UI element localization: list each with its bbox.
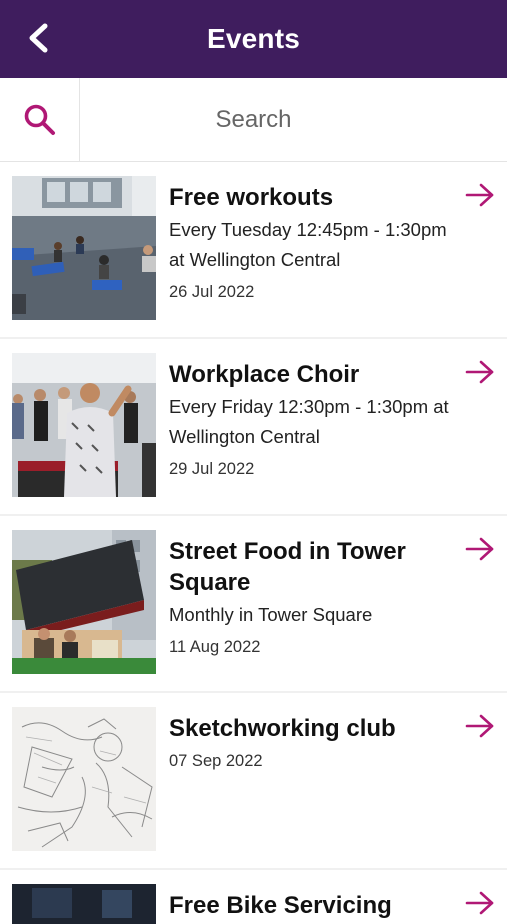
event-image-workouts bbox=[12, 176, 156, 320]
event-image-choir bbox=[12, 353, 156, 497]
arrow-right-icon[interactable] bbox=[465, 890, 495, 916]
event-item-bike-servicing[interactable]: Free Bike Servicing bbox=[0, 870, 507, 924]
event-title: Free workouts bbox=[169, 184, 334, 211]
event-description: Every Friday 12:30pm - 1:30pm at Welling… bbox=[169, 396, 449, 447]
back-button[interactable] bbox=[18, 17, 58, 59]
event-date: 26 Jul 2022 bbox=[169, 283, 255, 301]
page-title: Events bbox=[206, 23, 301, 54]
event-title: Sketchworking club bbox=[169, 715, 396, 742]
event-image-sketch bbox=[12, 707, 156, 851]
event-title: Workplace Choir bbox=[169, 361, 360, 388]
arrow-right-icon[interactable] bbox=[465, 359, 495, 385]
event-text: Free Bike Servicing bbox=[169, 890, 454, 921]
search-bar bbox=[0, 78, 507, 162]
event-item-street-food[interactable]: Street Food in Tower Square Monthly in T… bbox=[0, 516, 507, 693]
arrow-right-icon[interactable] bbox=[465, 713, 495, 739]
search-icon bbox=[24, 104, 55, 135]
event-item-sketchworking[interactable]: Sketchworking club 07 Sep 2022 bbox=[0, 693, 507, 870]
event-date: 11 Aug 2022 bbox=[169, 638, 261, 656]
event-item-workplace-choir[interactable]: Workplace Choir Every Friday 12:30pm - 1… bbox=[0, 339, 507, 516]
event-title: Free Bike Servicing bbox=[169, 892, 392, 919]
search-button[interactable] bbox=[0, 78, 80, 161]
search-input[interactable] bbox=[80, 78, 507, 161]
event-date: 29 Jul 2022 bbox=[169, 460, 255, 478]
event-text: Sketchworking club 07 Sep 2022 bbox=[169, 713, 454, 772]
event-text: Street Food in Tower Square Monthly in T… bbox=[169, 536, 454, 658]
event-description: Monthly in Tower Square bbox=[169, 604, 373, 625]
chevron-left-icon bbox=[29, 23, 48, 53]
arrow-right-icon[interactable] bbox=[465, 536, 495, 562]
arrow-right-icon[interactable] bbox=[465, 182, 495, 208]
event-item-free-workouts[interactable]: Free workouts Every Tuesday 12:45pm - 1:… bbox=[0, 162, 507, 339]
event-image-street-food bbox=[12, 530, 156, 674]
event-date: 07 Sep 2022 bbox=[169, 752, 263, 770]
app-header: Events bbox=[0, 0, 507, 78]
event-title: Street Food in Tower Square bbox=[169, 538, 406, 596]
event-image-bike bbox=[12, 884, 156, 924]
event-text: Workplace Choir Every Friday 12:30pm - 1… bbox=[169, 359, 454, 480]
event-text: Free workouts Every Tuesday 12:45pm - 1:… bbox=[169, 182, 454, 303]
event-description: Every Tuesday 12:45pm - 1:30pm at Wellin… bbox=[169, 219, 447, 270]
event-list: Free workouts Every Tuesday 12:45pm - 1:… bbox=[0, 162, 507, 924]
